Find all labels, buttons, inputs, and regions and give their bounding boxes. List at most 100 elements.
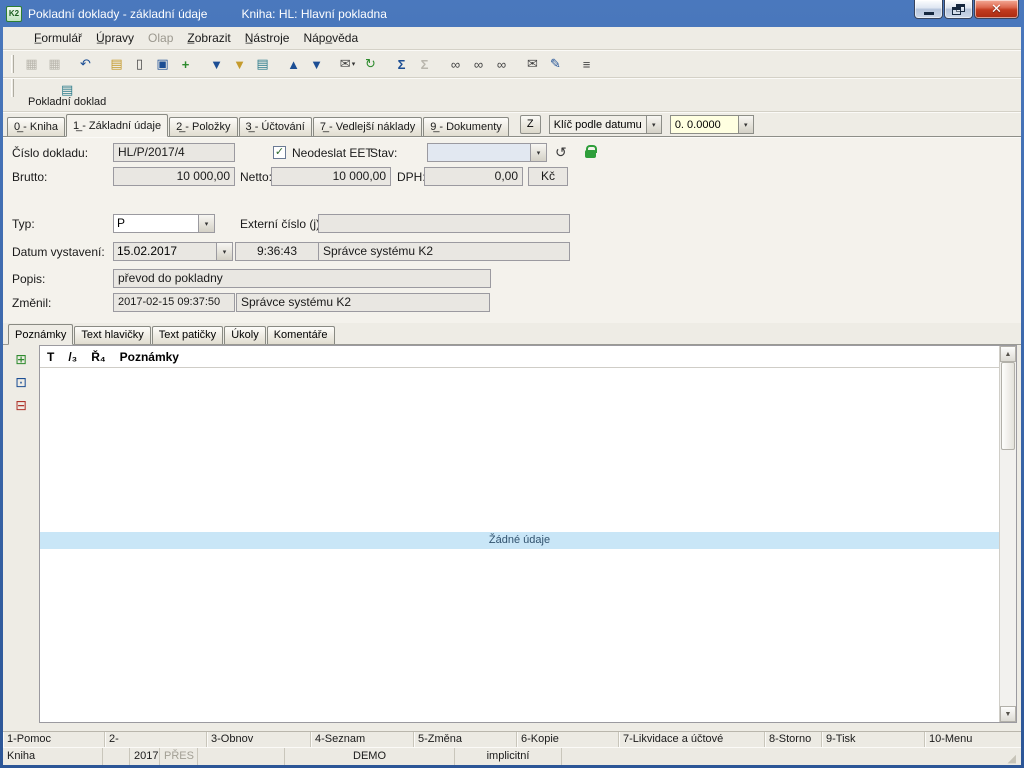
fkey-6-kopie[interactable]: 6-Kopie: [517, 732, 619, 747]
fkey-9-tisk[interactable]: 9-Tisk: [822, 732, 925, 747]
menu-upravy[interactable]: Ú̲pravy: [89, 29, 141, 47]
close-button[interactable]: ✕: [974, 0, 1019, 19]
description-field[interactable]: převod do pokladny: [113, 269, 491, 288]
tab-polozky[interactable]: 2̲ - Položky: [169, 117, 238, 136]
insert-record-icon[interactable]: +: [174, 54, 197, 74]
previous-record-icon[interactable]: ▲: [282, 54, 305, 74]
send-message-icon[interactable]: ✉: [521, 54, 544, 74]
chevron-down-icon[interactable]: ▾: [737, 116, 753, 133]
document-number-field[interactable]: HL/P/2017/4: [113, 143, 235, 162]
netto-field[interactable]: 10 000,00: [271, 167, 391, 186]
books-icon[interactable]: ▤: [251, 54, 274, 74]
toolbar-grip[interactable]: [11, 55, 14, 73]
notes-col-type[interactable]: T: [40, 350, 61, 364]
filter-icon[interactable]: ▼: [205, 54, 228, 74]
menu-napoveda[interactable]: Nápo̲věda: [296, 29, 365, 47]
tab-uctovani[interactable]: 3̲ - Účtování: [238, 117, 312, 136]
next-record-icon[interactable]: ▼: [305, 54, 328, 74]
fkey-4-seznam[interactable]: 4-Seznam: [311, 732, 414, 747]
menu-formular[interactable]: F̲ormulář: [27, 29, 89, 47]
fkey-3-obnov[interactable]: 3-Obnov: [207, 732, 311, 747]
history-icon[interactable]: ↺: [555, 145, 567, 159]
cash-document-button[interactable]: ▤ Pokladní doklad: [20, 79, 114, 111]
notes-col-poznamky[interactable]: Poznámky: [113, 350, 186, 364]
sum-selection-icon: Σ: [420, 56, 429, 72]
currency-field[interactable]: Kč: [528, 167, 568, 186]
type-label: Typ:: [12, 217, 35, 231]
status-combo[interactable]: ▾: [427, 143, 547, 162]
dph-field[interactable]: 0,00: [424, 167, 523, 186]
document-toolbar: ▤ Pokladní doklad: [3, 79, 1021, 111]
external-number-field[interactable]: [318, 214, 570, 233]
column-settings-icon[interactable]: ≡: [575, 54, 598, 74]
edit-text-icon[interactable]: ✎: [544, 54, 567, 74]
open-folder-icon[interactable]: ▤: [105, 54, 128, 74]
tab-zakladni-udaje[interactable]: 1̲ - Základní údaje: [66, 114, 169, 137]
status-empty-3: ◢: [562, 748, 1021, 765]
notes-grid-main: T /₃ Ř₄ Poznámky Žádné údaje: [40, 346, 999, 722]
type-combo[interactable]: P ▾: [113, 214, 215, 233]
menu-nastroje[interactable]: N̲ástroje: [238, 29, 297, 47]
z-button[interactable]: Z: [519, 115, 541, 134]
undo-icon[interactable]: ↶: [74, 54, 97, 74]
scroll-down-icon[interactable]: ▼: [1000, 706, 1016, 722]
filter-settings-icon[interactable]: ▼: [228, 54, 251, 74]
chevron-down-icon[interactable]: ▾: [530, 144, 546, 161]
eet-checkbox[interactable]: ✓: [273, 146, 286, 159]
sort-key-value: Klíč podle datumu: [553, 118, 642, 131]
rate-combo[interactable]: 0. 0.0000 ▾: [669, 115, 754, 134]
sort-key-combo[interactable]: Klíč podle datumu ▾: [548, 115, 662, 134]
notes-col-lines[interactable]: /₃: [61, 350, 84, 364]
tab-kniha[interactable]: 0̲ - Kniha: [7, 117, 66, 136]
scrollbar-track[interactable]: [1000, 362, 1016, 706]
chevron-down-icon: ▾: [351, 61, 356, 68]
cash-document-label: Pokladní doklad: [28, 95, 107, 108]
minimize-button[interactable]: [914, 0, 943, 19]
fkey-10-menu[interactable]: 10-Menu: [925, 732, 1021, 747]
actions-icon[interactable]: ↻: [359, 54, 382, 74]
subtab-komentare[interactable]: Komentáře: [266, 326, 335, 344]
chevron-down-icon[interactable]: ▾: [645, 116, 661, 133]
subtab-text-hlavicky[interactable]: Text hlavičky: [74, 326, 151, 344]
restore-button[interactable]: [944, 0, 973, 19]
copy-note-icon[interactable]: ⊡: [12, 374, 30, 390]
fkey-8-storno[interactable]: 8-Storno: [765, 732, 822, 747]
fkey-2[interactable]: 2-: [105, 732, 207, 747]
notes-col-row[interactable]: Ř₄: [84, 350, 112, 364]
issue-time-field[interactable]: 9:36:43: [235, 242, 319, 261]
fkey-7-likvidace[interactable]: 7-Likvidace a účtové: [619, 732, 765, 747]
tab-vedlejsi-naklady[interactable]: 7̲ - Vedlejší náklady: [312, 117, 423, 136]
vertical-scrollbar[interactable]: ▲ ▼: [999, 346, 1016, 722]
changed-datetime-field[interactable]: 2017-02-15 09:37:50: [113, 293, 235, 312]
netto-label: Netto:: [240, 170, 273, 184]
menu-zobrazit[interactable]: Z̲obrazit: [180, 29, 237, 47]
subtab-text-paticky[interactable]: Text patičky: [151, 326, 224, 344]
changed-by-field[interactable]: Správce systému K2: [236, 293, 490, 312]
status-year: 2017: [130, 748, 160, 765]
issue-date-combo[interactable]: 15.02.2017 ▾: [113, 242, 233, 261]
scroll-up-icon[interactable]: ▲: [1000, 346, 1016, 362]
delete-note-icon[interactable]: ⊟: [12, 397, 30, 413]
toolbar-grip[interactable]: [11, 79, 14, 97]
scrollbar-thumb[interactable]: [1001, 362, 1015, 450]
fkey-5-zmena[interactable]: 5-Změna: [414, 732, 517, 747]
fkey-1-pomoc[interactable]: 1-Pomoc: [3, 732, 105, 747]
issued-by-field[interactable]: Správce systému K2: [318, 242, 570, 261]
sum-icon[interactable]: Σ: [390, 54, 413, 74]
notes-side-toolbar: ⊞ ⊡ ⊟: [3, 345, 39, 723]
brutto-field[interactable]: 10 000,00: [113, 167, 235, 186]
resize-grip-icon[interactable]: ◢: [1008, 753, 1017, 765]
search-next-icon[interactable]: ∞: [467, 54, 490, 74]
search-fulltext-icon[interactable]: ∞: [490, 54, 513, 74]
subtab-poznamky[interactable]: Poznámky: [8, 324, 74, 345]
new-document-icon[interactable]: ▯: [128, 54, 151, 74]
chevron-down-icon[interactable]: ▾: [198, 215, 214, 232]
copy-document-icon[interactable]: ▣: [151, 54, 174, 74]
tab-dokumenty[interactable]: 9̲ - Dokumenty: [423, 117, 509, 136]
search-icon[interactable]: ∞: [444, 54, 467, 74]
subtab-ukoly[interactable]: Úkoly: [224, 326, 266, 344]
eet-checkbox-label[interactable]: Neodeslat EET: [292, 144, 373, 163]
chevron-down-icon[interactable]: ▾: [216, 243, 232, 260]
insert-note-icon[interactable]: ⊞: [12, 351, 30, 367]
mail-menu-icon[interactable]: ✉ ▾: [336, 54, 359, 74]
